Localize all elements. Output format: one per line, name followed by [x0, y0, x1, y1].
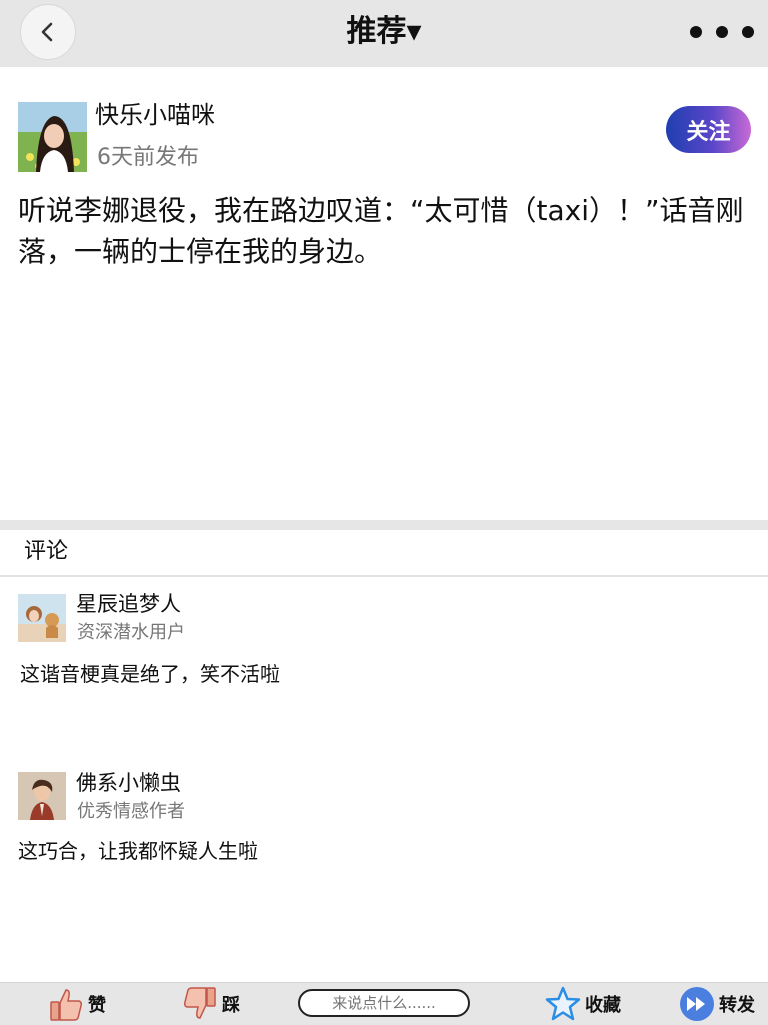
thumbs-up-icon [50, 989, 82, 1021]
comment-input[interactable] [298, 989, 470, 1017]
comment-author-role: 资深潜水用户 [77, 622, 185, 643]
avatar-image [18, 594, 66, 642]
comment-avatar[interactable] [18, 772, 66, 820]
like-button[interactable]: 赞 [48, 983, 106, 1025]
dislike-button[interactable]: 踩 [182, 983, 240, 1025]
bottom-action-bar: 赞 踩 收藏 转发 [0, 982, 768, 1025]
post-content: 听说李娜退役，我在路边叹道：“太可惜（taxi）！”话音刚落，一辆的士停在我的身… [18, 194, 744, 268]
comment-text: 这巧合，让我都怀疑人生啦 [18, 839, 258, 863]
author-name[interactable]: 快乐小喵咪 [95, 98, 215, 132]
section-divider [0, 520, 768, 530]
comments-divider [0, 575, 768, 577]
like-label: 赞 [88, 995, 106, 1016]
comment-author-role: 优秀情感作者 [77, 801, 185, 822]
comment-author[interactable]: 星辰追梦人 [76, 589, 181, 619]
thumbs-down-icon [184, 987, 216, 1019]
comment-avatar[interactable] [18, 594, 66, 642]
more-dot [716, 26, 728, 38]
comment-text: 这谐音梗真是绝了，笑不活啦 [20, 662, 280, 686]
comments-header: 评论 [24, 539, 69, 564]
author-avatar[interactable] [18, 102, 87, 172]
comment-author[interactable]: 佛系小懒虫 [76, 768, 181, 798]
star-icon [545, 986, 581, 1021]
share-button[interactable]: 转发 [679, 983, 755, 1025]
favorite-button[interactable]: 收藏 [545, 983, 621, 1025]
share-label: 转发 [719, 995, 755, 1016]
top-bar: 推荐▾ [0, 0, 768, 67]
fast-forward-icon [680, 987, 714, 1021]
follow-button[interactable]: 关注 [666, 106, 751, 153]
more-dot [742, 26, 754, 38]
favorite-label: 收藏 [585, 995, 621, 1016]
avatar-image [18, 772, 66, 820]
more-button[interactable] [690, 18, 754, 46]
page-title[interactable]: 推荐▾ [0, 12, 768, 52]
dislike-label: 踩 [222, 995, 240, 1016]
post-time: 6天前发布 [97, 145, 199, 170]
more-dot [690, 26, 702, 38]
avatar-image [18, 102, 87, 172]
